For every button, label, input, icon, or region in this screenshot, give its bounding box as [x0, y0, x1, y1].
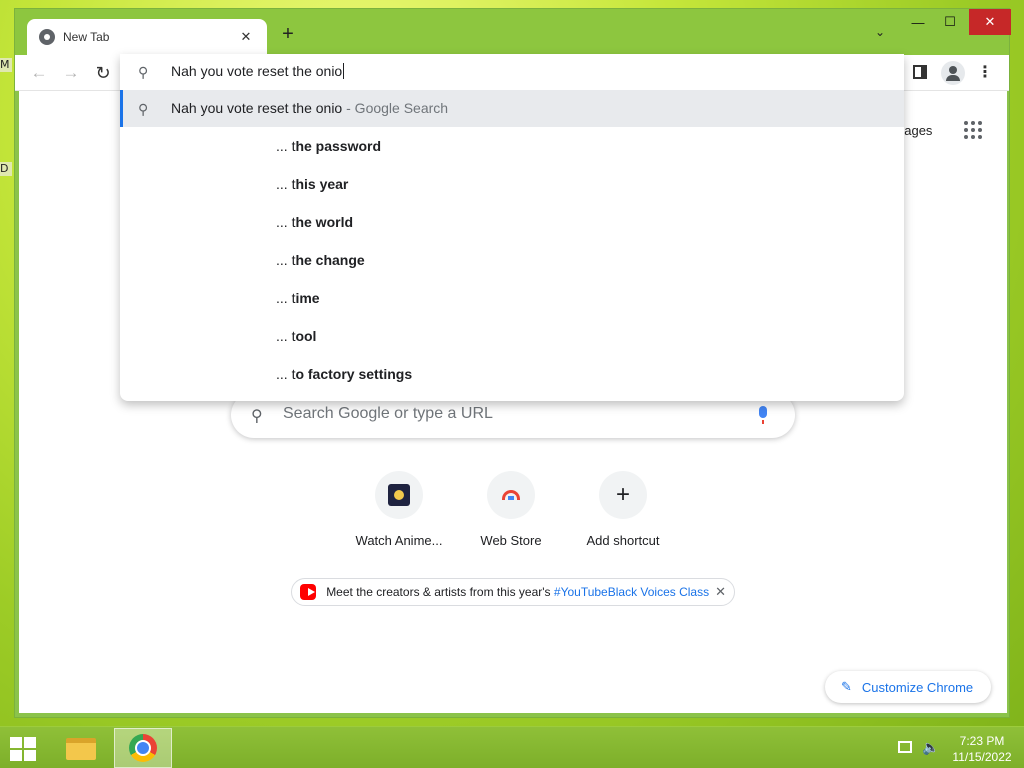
minimize-button[interactable]: — [905, 9, 931, 35]
chrome-menu-icon[interactable]: ⋮ [977, 61, 993, 85]
suggestion-item[interactable]: ... tool [276, 317, 316, 355]
forward-button[interactable]: → [59, 61, 83, 85]
tab-search-chevron-icon[interactable]: ⌄ [875, 25, 885, 39]
shortcut-tile [375, 471, 423, 519]
close-window-button[interactable]: ✕ [969, 9, 1011, 35]
text-cursor [343, 63, 345, 79]
new-tab-button[interactable]: + [277, 23, 299, 45]
plus-icon: + [615, 481, 630, 508]
youtube-logo-icon [300, 584, 317, 600]
back-button[interactable]: ← [27, 61, 51, 85]
shortcut-label: Watch Anime... [355, 533, 443, 548]
side-panel-icon[interactable] [913, 65, 927, 79]
search-icon: ⚲ [251, 408, 263, 425]
customize-label: Customize Chrome [861, 679, 974, 695]
promo-text: Meet the creators & artists from this ye… [326, 585, 710, 599]
shortcut-tile: + [599, 471, 647, 519]
omnibox-dropdown: ⚲ Nah you vote reset the onio ⚲ Nah you … [120, 54, 904, 401]
omnibox-input[interactable]: ⚲ Nah you vote reset the onio [120, 54, 904, 90]
omnibox-value[interactable]: Nah you vote reset the onio [171, 63, 345, 79]
taskbar: 🔈 7:23 PM 11/15/2022 [0, 726, 1024, 768]
web-store-icon [502, 490, 520, 500]
anime-site-icon [388, 484, 410, 506]
clock-date: 11/15/2022 [952, 750, 1012, 764]
chrome-favicon-icon [39, 29, 55, 45]
folder-icon [66, 738, 96, 760]
clock-time: 7:23 PM [959, 734, 1005, 748]
volume-icon[interactable]: 🔈 [922, 739, 939, 756]
suggestion-item[interactable]: ... the password [276, 127, 381, 165]
tab-title: New Tab [63, 30, 110, 44]
suggestion-item[interactable]: ... the change [276, 241, 365, 279]
desktop-icon-edge[interactable]: M [0, 58, 12, 72]
customize-chrome-button[interactable]: ✎ Customize Chrome [825, 671, 991, 703]
suggestion-item[interactable]: ... the world [276, 203, 353, 241]
microphone-icon[interactable] [759, 406, 767, 424]
maximize-button[interactable]: ☐ [937, 9, 963, 35]
pencil-icon: ✎ [841, 679, 852, 694]
shortcut-web-store[interactable]: Web Store [455, 463, 567, 553]
network-icon[interactable] [898, 741, 912, 753]
desktop-icon-edge-2[interactable]: D [0, 162, 12, 176]
suggestion-item[interactable]: ... this year [276, 165, 348, 203]
shortcut-label: Web Store [480, 533, 542, 548]
search-placeholder: Search Google or type a URL [283, 405, 493, 422]
tab-new-tab[interactable]: New Tab ✕ [27, 19, 267, 55]
promo-close-icon[interactable]: ✕ [715, 584, 726, 600]
system-clock[interactable]: 7:23 PM 11/15/2022 [946, 733, 1018, 765]
profile-avatar-icon[interactable] [941, 61, 965, 85]
file-explorer-taskbar-button[interactable] [60, 731, 102, 767]
suggestion-item[interactable]: ... to factory settings [276, 355, 412, 393]
shortcut-tile [487, 471, 535, 519]
google-apps-icon[interactable] [964, 121, 982, 139]
windows-start-icon[interactable] [10, 737, 38, 761]
search-icon: ⚲ [138, 64, 149, 80]
suggestion-main-text: Nah you vote reset the onio - Google Sea… [171, 100, 449, 116]
shortcut-watch-anime[interactable]: Watch Anime... [343, 463, 455, 553]
search-icon: ⚲ [138, 101, 149, 117]
add-shortcut-button[interactable]: + Add shortcut [567, 463, 679, 553]
youtube-promo-banner[interactable]: Meet the creators & artists from this ye… [291, 578, 735, 606]
suggestion-google-search[interactable]: ⚲ Nah you vote reset the onio - Google S… [120, 90, 904, 127]
reload-button[interactable]: ↻ [91, 61, 115, 85]
chrome-taskbar-button[interactable] [114, 728, 172, 768]
suggestion-item[interactable]: ... time [276, 279, 320, 317]
promo-link[interactable]: #YouTubeBlack Voices Class [554, 585, 709, 599]
title-bar: New Tab ✕ + ⌄ — ☐ ✕ [15, 9, 1011, 55]
shortcut-label: Add shortcut [586, 533, 660, 548]
chrome-icon [129, 734, 157, 762]
tab-close-icon[interactable]: ✕ [237, 29, 255, 45]
